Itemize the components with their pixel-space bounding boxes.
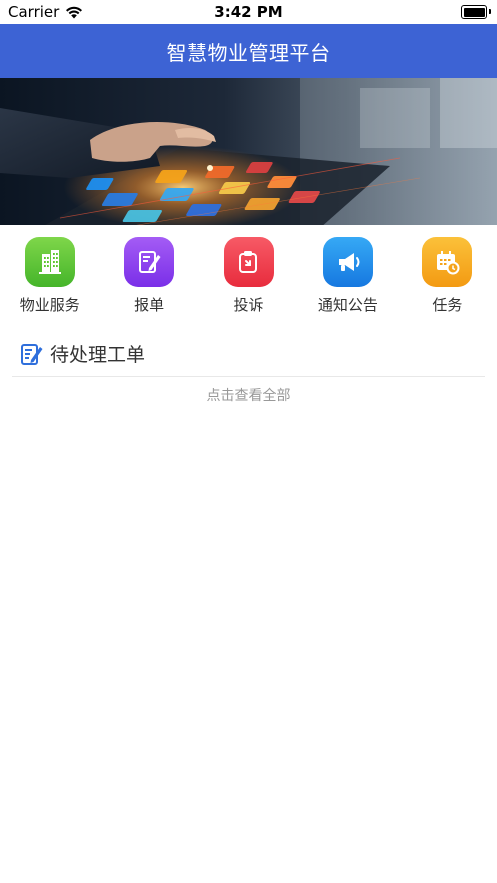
banner-image[interactable] [0,78,497,225]
shortcut-label: 物业服务 [19,296,80,314]
shortcut-label: 任务 [432,296,463,314]
shortcut-property-service[interactable]: 物业服务 [0,237,99,327]
shortcut-report[interactable]: 报单 [99,237,198,327]
shortcut-label: 投诉 [233,296,264,314]
work-order-icon [21,343,43,365]
shortcut-task[interactable]: 任务 [398,237,497,327]
calendar-clock-icon [422,237,473,287]
megaphone-icon [322,237,373,287]
section-title: 待处理工单 [50,344,146,366]
shortcut-label: 报单 [134,296,165,314]
battery-tip [489,9,491,14]
document-pen-icon [124,237,175,287]
page-title: 智慧物业管理平台 [166,40,331,65]
banner-illustration [0,78,497,225]
nav-bar: 智慧物业管理平台 [0,24,497,78]
divider [12,376,485,377]
pending-orders-header: 待处理工单 [0,331,497,376]
shortcut-notice[interactable]: 通知公告 [298,237,397,327]
view-all-link[interactable]: 点击查看全部 [0,385,497,405]
shortcut-label: 通知公告 [317,296,378,314]
battery-icon [461,5,487,19]
building-icon [24,237,75,287]
clock: 3:42 PM [214,3,283,21]
complaint-icon [223,237,274,287]
shortcut-complaint[interactable]: 投诉 [199,237,298,327]
status-bar: Carrier 3:42 PM [0,0,497,24]
shortcut-grid: 物业服务 报单 投诉 通知公告 任务 [0,225,497,327]
